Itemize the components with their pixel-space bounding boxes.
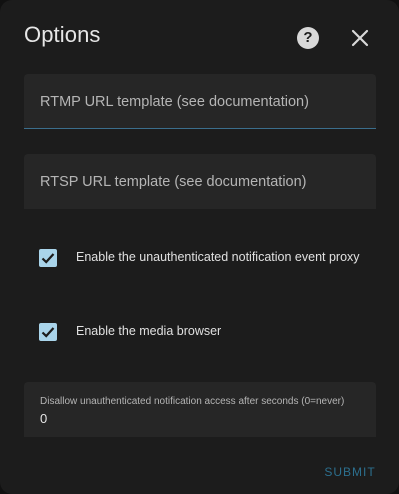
options-dialog: Options ? RTMP URL template (see documen… — [0, 0, 399, 494]
media-browser-checkbox[interactable] — [39, 323, 57, 341]
notification-timeout-field[interactable]: Disallow unauthenticated notification ac… — [24, 382, 376, 437]
media-browser-option[interactable]: Enable the media browser — [24, 317, 384, 347]
rtsp-url-template-field[interactable]: RTSP URL template (see documentation) — [24, 154, 376, 209]
notification-proxy-checkbox[interactable] — [39, 249, 57, 267]
submit-button[interactable]: SUBMIT — [318, 463, 382, 481]
notification-timeout-value[interactable]: 0 — [40, 411, 47, 426]
dialog-title: Options — [24, 22, 101, 47]
check-icon — [41, 327, 55, 338]
notification-proxy-option[interactable]: Enable the unauthenticated notification … — [24, 243, 384, 273]
notification-proxy-label: Enable the unauthenticated notification … — [76, 250, 360, 264]
check-icon — [41, 253, 55, 264]
rtmp-url-template-field[interactable]: RTMP URL template (see documentation) — [24, 74, 376, 129]
close-icon[interactable] — [349, 27, 371, 49]
media-browser-label: Enable the media browser — [76, 324, 222, 338]
notification-timeout-label: Disallow unauthenticated notification ac… — [40, 396, 345, 407]
help-icon[interactable]: ? — [297, 27, 319, 49]
rtmp-url-template-placeholder: RTMP URL template (see documentation) — [40, 94, 309, 110]
rtsp-url-template-placeholder: RTSP URL template (see documentation) — [40, 174, 307, 190]
